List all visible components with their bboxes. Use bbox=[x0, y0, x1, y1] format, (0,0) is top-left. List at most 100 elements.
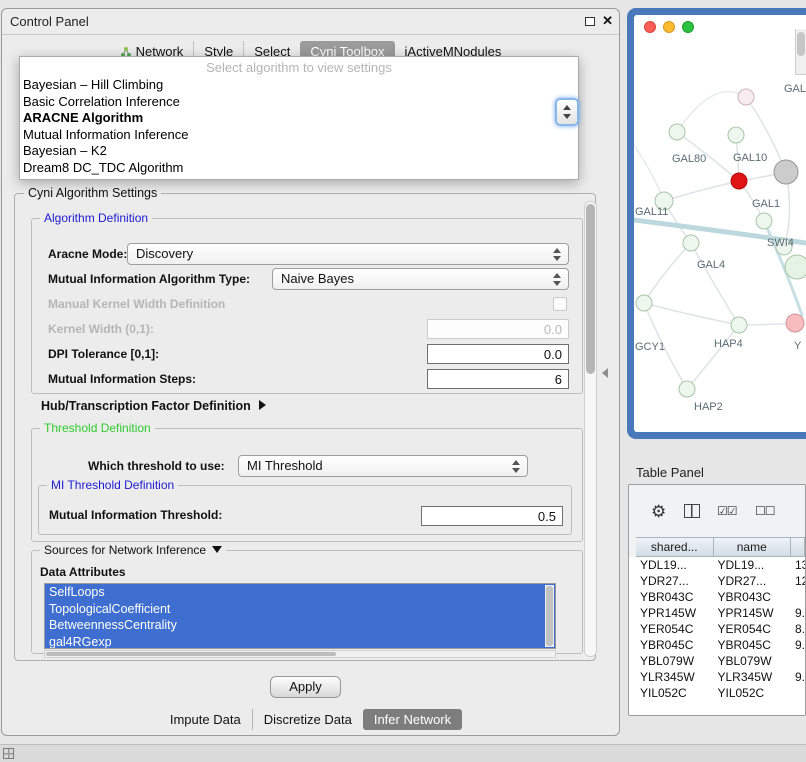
table-row[interactable]: YBR045CYBR045C9. bbox=[636, 637, 805, 653]
gear-icon[interactable]: ⚙ bbox=[651, 503, 666, 520]
control-panel-titlebar[interactable]: Control Panel ✕ bbox=[2, 9, 619, 35]
panel-grid-icon[interactable] bbox=[3, 748, 14, 759]
scrollbar-thumb[interactable] bbox=[586, 204, 595, 374]
list-item-attribute[interactable]: gal4RGexp bbox=[45, 634, 555, 650]
network-edge[interactable] bbox=[644, 243, 691, 303]
chevron-updown-icon bbox=[512, 459, 522, 475]
settings-group-title: Cyni Algorithm Settings bbox=[24, 186, 161, 200]
mi-threshold-label: Mutual Information Threshold: bbox=[49, 504, 222, 526]
splitter-collapse-handle[interactable] bbox=[602, 368, 608, 378]
algorithm-definition-title: Algorithm Definition bbox=[40, 211, 152, 225]
algorithm-option[interactable]: Bayesian – K2 bbox=[20, 143, 578, 160]
network-node[interactable] bbox=[679, 381, 695, 397]
network-node[interactable] bbox=[785, 255, 806, 279]
scrollbar-thumb[interactable] bbox=[797, 32, 805, 56]
network-node[interactable] bbox=[731, 317, 747, 333]
network-edge[interactable] bbox=[664, 181, 739, 201]
algorithm-option[interactable]: Basic Correlation Inference bbox=[20, 94, 578, 111]
aracne-mode-label: Aracne Mode: bbox=[48, 243, 127, 265]
network-canvas-svg[interactable]: GAL80GAL10GAL11GAL1SWI4GAL4GCY1HAP4HAP2G… bbox=[634, 15, 806, 432]
column-header-shared-name[interactable]: shared... bbox=[636, 537, 714, 557]
table-row[interactable]: YDR27...YDR27...12 bbox=[636, 573, 805, 589]
zoom-traffic-light-icon[interactable] bbox=[682, 21, 694, 33]
tab-impute-data[interactable]: Impute Data bbox=[159, 709, 252, 730]
network-node-label: Y bbox=[794, 340, 802, 352]
apply-button[interactable]: Apply bbox=[270, 676, 341, 698]
table-row[interactable]: YER054CYER054C8. bbox=[636, 621, 805, 637]
network-node-label: GAL bbox=[784, 83, 806, 95]
list-item-attribute[interactable]: BetweennessCentrality bbox=[45, 617, 555, 634]
scrollbar-thumb[interactable] bbox=[546, 586, 553, 646]
table-row[interactable]: YBR043CYBR043C bbox=[636, 589, 805, 605]
scrollbar-thumb[interactable] bbox=[46, 652, 336, 656]
tab-discretize-data[interactable]: Discretize Data bbox=[252, 709, 363, 730]
manual-kernel-width-checkbox[interactable] bbox=[553, 297, 567, 311]
attribute-list-horizontal-scrollbar[interactable] bbox=[44, 650, 556, 658]
table-row[interactable]: YLR345WYLR345W9. bbox=[636, 669, 805, 685]
network-node[interactable] bbox=[774, 160, 798, 184]
algorithm-option[interactable]: Dream8 DC_TDC Algorithm bbox=[20, 160, 578, 177]
network-node[interactable] bbox=[728, 127, 744, 143]
network-node[interactable] bbox=[683, 235, 699, 251]
kernel-width-field[interactable]: 0.0 bbox=[427, 319, 569, 339]
network-node[interactable] bbox=[786, 314, 804, 332]
table-cell: 9. bbox=[791, 637, 805, 653]
mi-steps-label: Mutual Information Steps: bbox=[48, 368, 196, 390]
minimize-traffic-light-icon[interactable] bbox=[663, 21, 675, 33]
table-cell: YBL079W bbox=[636, 653, 714, 669]
network-node-label: GAL11 bbox=[635, 206, 668, 218]
network-edge[interactable] bbox=[644, 303, 739, 325]
dpi-tolerance-field[interactable]: 0.0 bbox=[427, 344, 569, 364]
hub-transcription-factor-section[interactable]: Hub/Transcription Factor Definition bbox=[41, 396, 266, 416]
selected-checkboxes-icon[interactable]: ☑☑ bbox=[717, 504, 737, 518]
table-row[interactable]: YBL079WYBL079W bbox=[636, 653, 805, 669]
network-vertical-scrollbar[interactable] bbox=[795, 29, 806, 75]
aracne-mode-select[interactable]: Discovery bbox=[127, 243, 569, 265]
network-canvas[interactable]: GAL80GAL10GAL11GAL1SWI4GAL4GCY1HAP4HAP2G… bbox=[634, 15, 806, 432]
network-node-label: GAL80 bbox=[672, 153, 706, 165]
table-row[interactable]: YDL19...YDL19...13 bbox=[636, 557, 805, 573]
chevron-updown-icon bbox=[553, 272, 563, 288]
which-threshold-select[interactable]: MI Threshold bbox=[238, 455, 528, 477]
network-edge[interactable] bbox=[634, 145, 664, 201]
float-window-icon[interactable] bbox=[585, 17, 595, 26]
unselected-checkboxes-icon[interactable]: ☐☐ bbox=[755, 504, 775, 518]
network-node[interactable] bbox=[738, 89, 754, 105]
algorithm-option-selected[interactable]: ARACNE Algorithm bbox=[20, 110, 578, 127]
network-node[interactable] bbox=[756, 213, 772, 229]
list-item-attribute[interactable]: TopologicalCoefficient bbox=[45, 601, 555, 618]
data-attributes-list[interactable]: SelfLoops TopologicalCoefficient Between… bbox=[44, 583, 556, 649]
list-item-attribute[interactable]: SelfLoops bbox=[45, 584, 555, 601]
column-header-name[interactable]: name bbox=[714, 537, 792, 557]
algorithm-option[interactable]: Bayesian – Hill Climbing bbox=[20, 77, 578, 94]
cyni-algorithm-settings-group: Cyni Algorithm Settings Algorithm Defini… bbox=[14, 193, 596, 661]
sources-group-title[interactable]: Sources for Network Inference bbox=[40, 543, 226, 557]
network-edge[interactable] bbox=[677, 92, 746, 132]
close-traffic-light-icon[interactable] bbox=[644, 21, 656, 33]
table-cell: 9. bbox=[791, 669, 805, 685]
mi-threshold-field[interactable]: 0.5 bbox=[421, 506, 563, 526]
table-row[interactable]: YIL052CYIL052C bbox=[636, 685, 805, 701]
table-cell: YLR345W bbox=[636, 669, 714, 685]
attribute-list-vertical-scrollbar[interactable] bbox=[545, 585, 554, 647]
mi-type-label: Mutual Information Algorithm Type: bbox=[48, 268, 250, 290]
network-node[interactable] bbox=[636, 295, 652, 311]
network-node[interactable] bbox=[669, 124, 685, 140]
mi-algorithm-type-select[interactable]: Naive Bayes bbox=[272, 268, 569, 290]
table-panel-toolbar: ⚙ ☑☑ ☐☐ bbox=[629, 485, 805, 537]
mi-steps-field[interactable]: 6 bbox=[427, 369, 569, 389]
table-row[interactable]: YPR145WYPR145W9. bbox=[636, 605, 805, 621]
settings-vertical-scrollbar[interactable] bbox=[584, 201, 597, 657]
tab-infer-network[interactable]: Infer Network bbox=[363, 709, 462, 730]
columns-icon[interactable] bbox=[684, 504, 700, 518]
network-edge[interactable] bbox=[687, 325, 739, 389]
algorithm-combo-arrow-button[interactable] bbox=[555, 98, 579, 126]
column-header-partial[interactable] bbox=[791, 537, 805, 557]
table-cell bbox=[791, 653, 805, 669]
network-node-label: HAP2 bbox=[694, 401, 723, 413]
algorithm-option[interactable]: Mutual Information Inference bbox=[20, 127, 578, 144]
close-window-icon[interactable]: ✕ bbox=[602, 13, 613, 29]
network-node[interactable] bbox=[731, 173, 747, 189]
network-edge[interactable] bbox=[691, 243, 739, 325]
table-cell: YDL19... bbox=[714, 557, 792, 573]
